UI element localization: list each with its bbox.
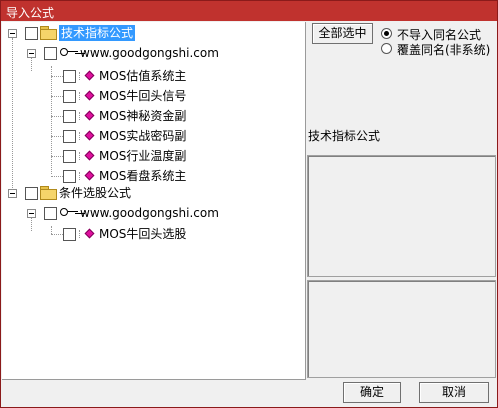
radio-overwrite-duplicates[interactable]: [381, 43, 392, 54]
item-label[interactable]: MOS实战密码副: [99, 128, 186, 144]
tree-line: [51, 136, 63, 137]
group-label[interactable]: 条件选股公式: [59, 185, 131, 201]
tree-line: [31, 218, 32, 231]
folder-icon: [40, 186, 57, 200]
tree-line: [79, 72, 84, 80]
folder-icon: [40, 26, 57, 40]
tree-line: [51, 156, 63, 157]
window-title: 导入公式: [6, 6, 55, 20]
group-label[interactable]: 技术指标公式: [59, 25, 136, 41]
tree-line: [79, 92, 84, 100]
tree-line: [79, 152, 84, 160]
tree-line: [51, 96, 63, 97]
item-label[interactable]: MOS估值系统主: [99, 68, 186, 84]
import-formula-dialog: 导入公式 技术指标公式 www.goodgongshi.com MOS估值系统主: [0, 0, 498, 408]
formula-icon: [84, 110, 95, 121]
tree-line: [51, 66, 52, 174]
site-label[interactable]: www.goodgongshi.com: [80, 205, 219, 221]
formula-tree[interactable]: 技术指标公式 www.goodgongshi.com MOS估值系统主 MOS牛…: [2, 22, 306, 380]
formula-type-label: 技术指标公式: [308, 129, 381, 143]
formula-icon: [84, 130, 95, 141]
item-label[interactable]: MOS神秘资金副: [99, 108, 186, 124]
tree-line: [12, 38, 13, 194]
tree-line: [51, 226, 52, 234]
cancel-button[interactable]: 取消: [419, 382, 489, 403]
item-checkbox[interactable]: [63, 110, 76, 123]
item-label[interactable]: MOS看盘系统主: [99, 168, 186, 184]
site-checkbox[interactable]: [44, 207, 57, 220]
collapse-toggle[interactable]: [27, 49, 36, 58]
formula-info-panel: [307, 155, 496, 277]
collapse-toggle[interactable]: [27, 209, 36, 218]
tree-line: [79, 230, 84, 238]
tree-line: [51, 116, 63, 117]
key-icon: [60, 207, 78, 217]
key-icon: [60, 47, 78, 57]
item-label[interactable]: MOS行业温度副: [99, 148, 186, 164]
group-checkbox[interactable]: [25, 187, 38, 200]
item-checkbox[interactable]: [63, 150, 76, 163]
site-checkbox[interactable]: [44, 47, 57, 60]
formula-icon: [84, 90, 95, 101]
formula-desc-panel: [307, 280, 496, 378]
select-all-button[interactable]: 全部选中: [312, 23, 373, 44]
collapse-toggle[interactable]: [8, 29, 17, 38]
item-checkbox[interactable]: [63, 70, 76, 83]
title-bar[interactable]: 导入公式: [1, 1, 497, 21]
item-checkbox[interactable]: [63, 130, 76, 143]
item-label[interactable]: MOS牛回头信号: [99, 88, 186, 104]
formula-icon: [84, 170, 95, 181]
ok-button[interactable]: 确定: [343, 382, 401, 403]
item-checkbox[interactable]: [63, 90, 76, 103]
tree-line: [51, 176, 63, 177]
tree-line: [51, 234, 63, 235]
radio-overwrite-label[interactable]: 覆盖同名(非系统): [397, 41, 490, 58]
item-checkbox[interactable]: [63, 170, 76, 183]
radio-skip-duplicates[interactable]: [381, 28, 392, 39]
tree-line: [51, 76, 63, 77]
tree-line: [79, 112, 84, 120]
item-checkbox[interactable]: [63, 228, 76, 241]
group-checkbox[interactable]: [25, 27, 38, 40]
collapse-toggle[interactable]: [8, 189, 17, 198]
tree-line: [31, 58, 32, 71]
item-label[interactable]: MOS牛回头选股: [99, 226, 186, 242]
formula-icon: [84, 228, 95, 239]
site-label[interactable]: www.goodgongshi.com: [80, 45, 219, 61]
formula-icon: [84, 150, 95, 161]
formula-icon: [84, 70, 95, 81]
tree-line: [79, 172, 84, 180]
tree-line: [79, 132, 84, 140]
